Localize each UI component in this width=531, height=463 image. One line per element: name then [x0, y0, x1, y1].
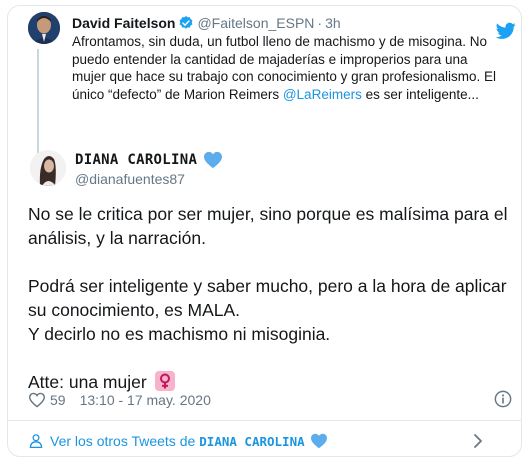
author-handle[interactable]: @Faitelson_ESPN — [197, 15, 314, 31]
reply-closing-text: Atte: una mujer — [28, 372, 147, 392]
like-count[interactable]: 59 — [50, 392, 66, 408]
reply-paragraph: No se le critica por ser mujer, sino por… — [28, 204, 508, 248]
heart-outline-icon[interactable] — [28, 392, 46, 408]
parent-text-tail: es ser inteligente... — [361, 86, 479, 102]
tweet-meta-row: 59 13:10 - 17 may. 2020 — [28, 392, 211, 408]
twitter-bird-icon[interactable] — [496, 22, 516, 40]
thread-connector-line — [37, 49, 39, 155]
author-name[interactable]: David Faitelson — [72, 15, 175, 31]
avatar[interactable] — [28, 12, 60, 44]
female-sign-icon — [154, 371, 175, 391]
reply-paragraph: Podrá ser inteligente y saber mucho, per… — [28, 276, 507, 320]
tweet-time[interactable]: 3h — [325, 15, 341, 31]
info-icon[interactable] — [494, 390, 512, 408]
reply-author-handle[interactable]: @dianafuentes87 — [75, 171, 185, 187]
see-more-label[interactable]: Ver los otros Tweets de — [50, 433, 195, 449]
reply-avatar[interactable] — [30, 150, 66, 186]
footer-divider — [7, 420, 522, 421]
reply-author-name[interactable]: DIANA CAROLINA — [75, 152, 197, 168]
verified-badge-icon — [178, 15, 194, 31]
see-more-tweets-link[interactable]: Ver los otros Tweets de DIANA CAROLINA — [28, 431, 328, 451]
parent-tweet-text: Afrontamos, sin duda, un futbol lleno de… — [72, 33, 497, 103]
person-icon — [29, 434, 43, 449]
mention-link[interactable]: @LaReimers — [283, 87, 362, 102]
reply-closing-line: Atte: una mujer — [28, 370, 508, 394]
blue-heart-icon — [204, 151, 223, 169]
tweet-timestamp[interactable]: 13:10 - 17 may. 2020 — [80, 392, 211, 408]
parent-tweet-header: David Faitelson @Faitelson_ESPN · 3h — [72, 14, 341, 32]
blue-heart-icon — [310, 433, 327, 449]
chevron-right-icon[interactable] — [472, 432, 484, 450]
reply-tweet-text: No se le critica por ser mujer, sino por… — [28, 202, 508, 394]
reply-paragraph: Y decirlo no es machismo ni misoginia. — [28, 324, 331, 344]
see-more-author-name[interactable]: DIANA CAROLINA — [199, 434, 304, 449]
reply-author-name-row[interactable]: DIANA CAROLINA — [75, 151, 223, 169]
separator-dot: · — [317, 15, 323, 31]
